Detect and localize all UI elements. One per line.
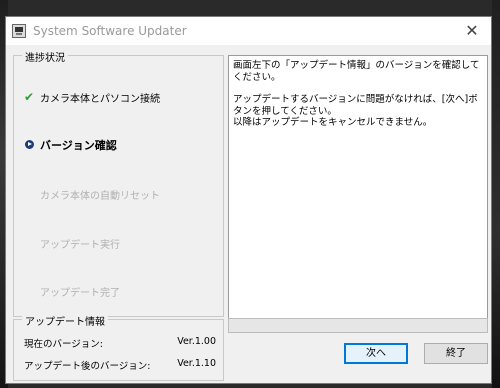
window-title: System Software Updater [33, 24, 187, 38]
message-line: 画面左下の「アップデート情報」のバージョンを確認してください。 [233, 60, 480, 83]
updater-window: System Software Updater ✕ 進捗状況 ✔ カメラ本体とパ… [5, 16, 492, 384]
app-icon [12, 24, 26, 38]
message-line: アップデートするバージョンに問題がなければ、[次へ]ボタンを押してください。 [233, 94, 478, 117]
progress-steps-legend: 進捗状況 [22, 49, 68, 64]
current-step-arrow-icon [25, 140, 34, 149]
updated-version-label: アップデート後のバージョン: [24, 361, 151, 372]
check-icon: ✔ [24, 90, 35, 104]
update-info-legend: アップデート情報 [22, 313, 108, 328]
message-text-area[interactable]: 画面左下の「アップデート情報」のバージョンを確認してください。 アップデートする… [228, 55, 488, 323]
message-line: 以降はアップデートをキャンセルできません。 [233, 117, 433, 128]
updated-version-row: アップデート後のバージョン: Ver.1.10 [24, 358, 216, 372]
update-progress-bar [228, 318, 488, 333]
current-version-label: 現在のバージョン: [24, 339, 104, 350]
step-version-check: バージョン確認 [40, 139, 117, 152]
current-version-value: Ver.1.00 [177, 336, 216, 347]
step-camera-connection: カメラ本体とパソコン接続 [40, 94, 160, 105]
step-update-execute: アップデート実行 [40, 240, 120, 251]
current-version-row: 現在のバージョン: Ver.1.00 [24, 336, 216, 350]
next-button[interactable]: 次へ [344, 343, 408, 364]
progress-steps-panel: 進捗状況 ✔ カメラ本体とパソコン接続 バージョン確認 カメラ本体の自動リセット… [13, 49, 224, 317]
desktop-background-right [492, 0, 500, 388]
close-button[interactable]: ✕ [453, 17, 491, 45]
exit-button[interactable]: 終了 [424, 343, 488, 364]
update-info-panel: アップデート情報 現在のバージョン: Ver.1.00 アップデート後のバージョ… [13, 313, 224, 381]
step-update-complete: アップデート完了 [40, 288, 120, 299]
step-camera-auto-reset: カメラ本体の自動リセット [40, 191, 160, 202]
title-bar[interactable]: System Software Updater ✕ [6, 17, 491, 45]
updated-version-value: Ver.1.10 [177, 358, 216, 369]
